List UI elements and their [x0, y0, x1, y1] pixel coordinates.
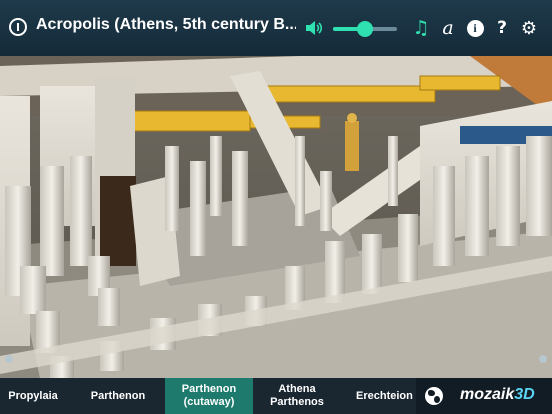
font-a-icon[interactable]: a — [437, 17, 459, 39]
question-mark-icon[interactable]: ? — [491, 17, 513, 39]
speaker-icon[interactable] — [305, 20, 323, 36]
music-note-icon[interactable]: ♫ — [410, 17, 432, 39]
pan-left-indicator[interactable] — [5, 355, 13, 363]
globe-icon[interactable] — [425, 387, 443, 405]
top-toolbar: Acropolis (Athens, 5th century B... ♫ a … — [0, 0, 552, 57]
volume-slider[interactable] — [333, 21, 397, 37]
parthenon-cutaway-model — [0, 56, 552, 378]
brand-3d-suffix: 3D — [514, 386, 535, 403]
gear-icon[interactable]: ⚙ — [518, 17, 540, 39]
volume-slider-knob[interactable] — [357, 21, 373, 37]
tab-propylaia[interactable]: Propylaia — [0, 378, 66, 414]
tab-parthenon[interactable]: Parthenon — [80, 378, 156, 414]
tab-athena-parthenos[interactable]: Athena Parthenos — [258, 378, 336, 414]
tab-erechteion[interactable]: Erechteion — [356, 378, 416, 414]
pan-right-indicator[interactable] — [539, 355, 547, 363]
brand-logo: mozaik3D — [460, 386, 535, 404]
3d-viewport[interactable] — [0, 56, 552, 378]
page-title: Acropolis (Athens, 5th century B... — [36, 16, 296, 33]
info-circle-icon[interactable] — [9, 18, 27, 36]
brand-name: mozaik — [460, 386, 515, 403]
info-filled-icon[interactable]: i — [464, 17, 486, 39]
tab-parthenon-cutaway[interactable]: Parthenon (cutaway) — [165, 378, 253, 414]
